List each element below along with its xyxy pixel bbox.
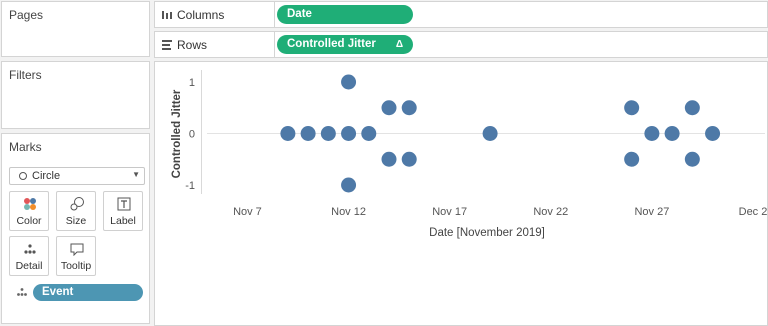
detail-button-label: Detail [15,260,43,272]
circle-mark-icon [19,172,27,180]
label-button-label: Label [110,215,136,227]
x-tick-label: Nov 7 [233,206,262,218]
date-field-pill[interactable]: Date [277,5,413,24]
data-point[interactable] [624,100,640,116]
rows-shelf[interactable]: Rows Controlled Jitter Δ [154,31,768,58]
y-tick-label: 0 [189,129,195,141]
x-tick-label: Nov 12 [331,206,366,218]
chevron-down-icon: ▼ [132,170,140,179]
data-point[interactable] [624,151,640,167]
data-point[interactable] [300,126,316,141]
marks-card: Marks Circle ▼ Color Size Label Detail T… [1,133,150,324]
data-point[interactable] [381,151,397,167]
data-point[interactable] [684,100,700,116]
label-icon [117,197,131,211]
columns-shelf-header: Columns [155,2,275,27]
color-button[interactable]: Color [9,191,49,231]
data-point[interactable] [401,100,417,116]
data-point[interactable] [381,100,397,116]
columns-shelf[interactable]: Columns Date [154,1,768,28]
columns-label: Columns [177,8,225,22]
data-point[interactable] [361,126,377,141]
size-button[interactable]: Size [56,191,96,231]
data-point[interactable] [401,151,417,167]
pages-title: Pages [9,8,44,22]
x-tick-label: Nov 22 [533,206,568,218]
data-point[interactable] [341,126,357,141]
detail-button[interactable]: Detail [9,236,49,276]
label-button[interactable]: Label [103,191,143,231]
detail-icon [17,288,27,296]
size-button-label: Size [65,215,87,227]
pages-card[interactable]: Pages [1,1,150,57]
detail-icon [24,244,36,254]
rows-label: Rows [177,38,208,52]
rows-icon [162,40,172,50]
controlled-jitter-pill[interactable]: Controlled Jitter Δ [277,35,413,54]
data-point[interactable] [684,151,700,167]
tooltip-button[interactable]: Tooltip [56,236,96,276]
data-point[interactable] [280,126,296,141]
marks-title: Marks [9,140,42,154]
controlled-jitter-pill-label: Controlled Jitter [287,38,376,50]
rows-shelf-header: Rows [155,32,275,57]
mark-type-label: Circle [32,170,61,182]
data-point[interactable] [320,126,336,141]
color-button-label: Color [16,215,42,227]
data-point[interactable] [664,126,680,141]
x-tick-label: Dec 2 [739,206,767,218]
data-point[interactable] [341,74,357,90]
tooltip-icon [70,243,84,256]
size-icon [70,197,84,211]
x-tick-label: Nov 17 [432,206,467,218]
data-point[interactable] [482,126,498,141]
y-axis-title: Controlled Jitter [171,89,183,178]
color-icon [24,198,36,210]
scatter-chart: 1 0 -1 Nov 7 Nov 12 Nov 17 Nov 22 Nov 27 Dec 2 C… [171,70,767,239]
filters-title: Filters [9,68,42,82]
calculation-delta-icon: Δ [395,39,403,50]
filters-card[interactable]: Filters [1,61,150,129]
data-point[interactable] [341,177,357,193]
x-tick-label: Nov 27 [634,206,669,218]
data-point[interactable] [644,126,660,141]
chart-area: 1 0 -1 Nov 7 Nov 12 Nov 17 Nov 22 Nov 27 Dec 2 C… [154,61,768,326]
tooltip-button-label: Tooltip [60,260,92,272]
y-tick-label: -1 [185,180,195,192]
x-axis-title: Date [November 2019] [429,227,545,239]
columns-icon [162,11,172,19]
y-tick-label: 1 [189,77,195,89]
date-pill-label: Date [287,8,312,20]
data-point[interactable] [705,126,721,141]
mark-type-dropdown[interactable]: Circle ▼ [9,167,145,185]
event-field-pill[interactable]: Event [33,284,143,301]
